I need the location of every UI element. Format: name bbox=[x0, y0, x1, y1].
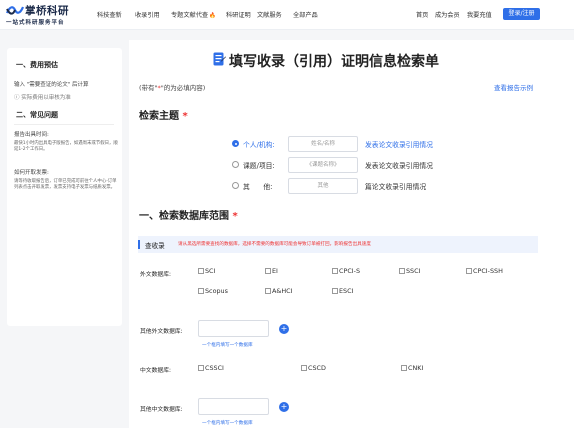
other-count-input[interactable]: 其他 bbox=[288, 178, 358, 194]
checkbox-icon[interactable] bbox=[265, 288, 271, 294]
required-field-note: (带有"*"的为必填内容) bbox=[139, 84, 206, 92]
checkbox-cpci-ssh[interactable]: CPCI-SSH bbox=[466, 267, 503, 275]
divider bbox=[14, 124, 114, 125]
tip-label: 查收录 bbox=[145, 242, 165, 250]
other-foreign-db-input[interactable] bbox=[198, 320, 269, 337]
brand-name: 掌桥科研 bbox=[25, 5, 69, 17]
login-register-button[interactable]: 登录/注册 bbox=[503, 8, 540, 20]
checkbox-icon[interactable] bbox=[466, 268, 472, 274]
fee-estimate-title: 一、费用预估 bbox=[16, 61, 58, 69]
checkbox-cnki[interactable]: CNKI bbox=[401, 364, 423, 372]
checkbox-scopus[interactable]: Scopus bbox=[198, 287, 228, 295]
option-label: 课题/项目: bbox=[243, 162, 275, 170]
recharge-link[interactable]: 我要充值 bbox=[467, 10, 492, 19]
nav-item-literature-service[interactable]: 文献服务 bbox=[257, 10, 282, 19]
nav-item-all-products[interactable]: 全部产品 bbox=[293, 10, 318, 19]
chinese-db-hint: 一个框内填写一个数据库 bbox=[202, 421, 253, 426]
become-member-link[interactable]: 成为会员 bbox=[435, 10, 460, 19]
foreign-db-label: 外文数据库: bbox=[140, 272, 171, 278]
checkbox-sci[interactable]: SCI bbox=[198, 267, 215, 275]
fee-estimate-desc: 输入 "需要查证的论文" 后计算 bbox=[14, 82, 89, 88]
nav-item-research-proof[interactable]: 科研证明 bbox=[226, 10, 251, 19]
checkbox-icon[interactable] bbox=[401, 365, 407, 371]
radio-icon[interactable] bbox=[232, 161, 239, 168]
top-navigation-bar: 掌桥科研 一站式科研服务平台 科技查新 收录引用 专题文献代查🔥 科研证明 文献… bbox=[0, 0, 574, 30]
radio-selected-icon[interactable] bbox=[232, 140, 239, 147]
fee-sidebar: 一、费用预估 输入 "需要查证的论文" 后计算 ⓘ 实际费用以审核为准 二、常见… bbox=[7, 48, 122, 326]
foreign-db-hint: 一个框内填写一个数据库 bbox=[202, 343, 253, 348]
home-link[interactable]: 首页 bbox=[416, 10, 428, 19]
add-foreign-db-button[interactable]: + bbox=[279, 324, 289, 334]
nav-item-citation[interactable]: 收录引用 bbox=[135, 10, 160, 19]
search-form-panel: 填写收录（引用）证明信息检索单 (带有"*"的为必填内容) 查看报告示例 检索主… bbox=[129, 40, 574, 428]
db-scope-heading: 一、检索数据库范围 * bbox=[139, 211, 238, 222]
view-sample-report-link[interactable]: 查看报告示例 bbox=[494, 82, 533, 92]
search-topic-heading: 检索主题 * bbox=[139, 111, 188, 122]
other-chinese-db-input[interactable] bbox=[198, 398, 269, 415]
checkbox-ei[interactable]: EI bbox=[265, 267, 278, 275]
option-desc: 发表论文收录引用情况 bbox=[365, 162, 433, 170]
accent-bar bbox=[138, 240, 140, 249]
inclusion-tip-bar: 查收录 请从黑选所需要查找的数据库，选择不需要的数据库可能会导致订单被打回，影响… bbox=[138, 236, 538, 253]
checkbox-esci[interactable]: ESCI bbox=[332, 287, 353, 295]
other-foreign-db-label: 其他外文数据库: bbox=[140, 329, 183, 335]
checkbox-cpci-s[interactable]: CPCI-S bbox=[332, 267, 360, 275]
checkbox-cscd[interactable]: CSCD bbox=[301, 364, 326, 372]
checkbox-ssci[interactable]: SSCI bbox=[399, 267, 420, 275]
checkbox-icon[interactable] bbox=[301, 365, 307, 371]
faq-title: 二、常见问题 bbox=[16, 111, 58, 119]
checkbox-icon[interactable] bbox=[198, 268, 204, 274]
checkbox-icon[interactable] bbox=[198, 288, 204, 294]
project-name-input[interactable]: 《课题名称》 bbox=[288, 157, 358, 173]
nav-item-literature-search[interactable]: 专题文献代查🔥 bbox=[171, 10, 216, 19]
faq-answer-invoice: 请等待收取报告后，订单已完成可前往个人中心-订单列表点击开取发票，发票支持电子发… bbox=[14, 179, 117, 191]
checkbox-icon[interactable] bbox=[399, 268, 405, 274]
checkbox-icon[interactable] bbox=[198, 365, 204, 371]
checkbox-icon[interactable] bbox=[332, 288, 338, 294]
option-desc: 发表论文收录引用情况 bbox=[365, 141, 433, 149]
chinese-db-label: 中文数据库: bbox=[140, 368, 171, 374]
faq-answer-report-time: 最快1小时内出具电子版报告，如遇周末或节假日，顺延1-2个工作日。 bbox=[14, 141, 118, 153]
checkbox-icon[interactable] bbox=[265, 268, 271, 274]
option-label: 其 他: bbox=[243, 183, 273, 191]
logo-icon bbox=[6, 6, 24, 15]
checkbox-cssci[interactable]: CSSCI bbox=[198, 364, 224, 372]
form-document-icon bbox=[213, 52, 226, 66]
radio-icon[interactable] bbox=[232, 182, 239, 189]
faq-question-report-time: 报告出具时间: bbox=[14, 132, 49, 138]
option-desc: 篇论文收录引用情况 bbox=[365, 183, 427, 191]
tip-text: 请从黑选所需要查找的数据库，选择不需要的数据库可能会导致订单被打回，影响报告出具… bbox=[178, 242, 371, 247]
nav-item-novelty-search[interactable]: 科技查新 bbox=[97, 10, 122, 19]
person-name-input[interactable]: 姓名/名称 bbox=[288, 136, 358, 152]
brand-logo[interactable]: 掌桥科研 一站式科研服务平台 bbox=[6, 3, 92, 27]
other-chinese-db-label: 其他中文数据库: bbox=[140, 407, 183, 413]
option-label: 个人/机构: bbox=[243, 141, 275, 149]
add-chinese-db-button[interactable]: + bbox=[279, 402, 289, 412]
hot-flame-icon: 🔥 bbox=[209, 13, 216, 19]
checkbox-ahci[interactable]: A&HCI bbox=[265, 287, 293, 295]
faq-question-invoice: 如何开取发票: bbox=[14, 170, 49, 176]
fee-note: ⓘ 实际费用以审核为准 bbox=[14, 95, 71, 101]
page-title: 填写收录（引用）证明信息检索单 bbox=[229, 54, 439, 70]
brand-slogan: 一站式科研服务平台 bbox=[6, 20, 65, 26]
checkbox-icon[interactable] bbox=[332, 268, 338, 274]
